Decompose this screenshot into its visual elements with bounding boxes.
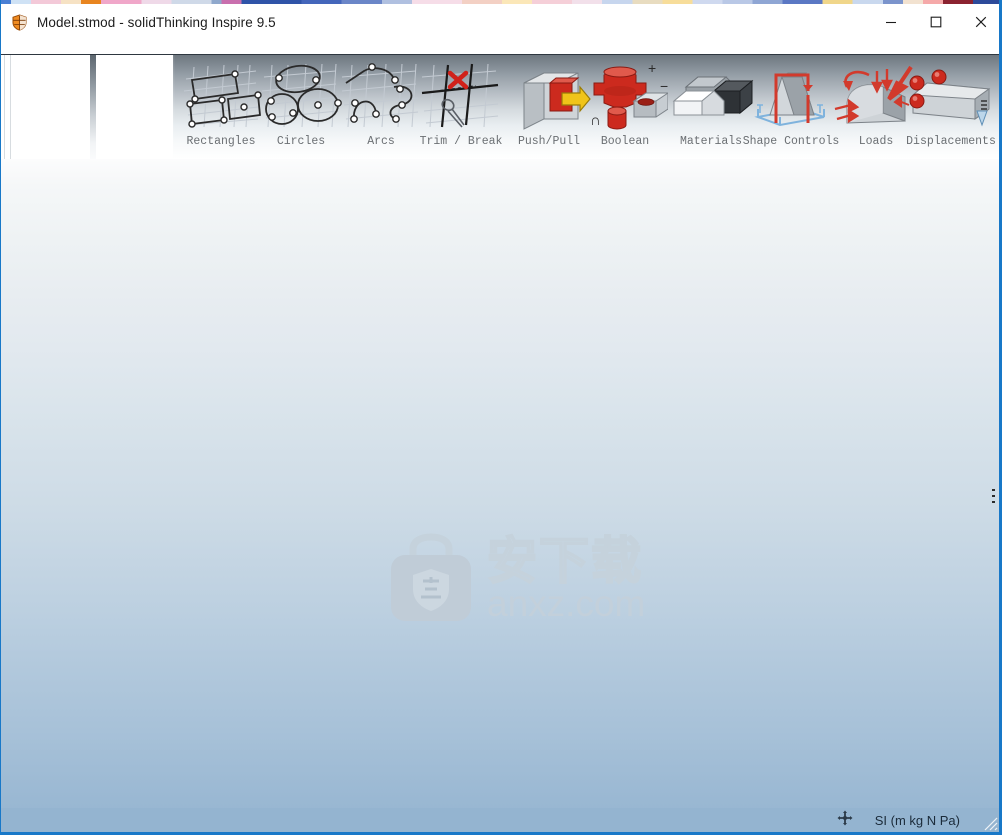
dock-divider-2 <box>10 55 11 159</box>
watermark-site-text: anxz.com <box>487 583 646 624</box>
watermark: 安下载 anxz.com <box>387 529 645 629</box>
ribbon-tool-push-pull[interactable]: Push/Pull <box>505 55 593 159</box>
model-viewport[interactable]: 安下载 anxz.com Z X Y <box>1 159 999 832</box>
units-label: SI (m kg N Pa) <box>874 812 960 828</box>
boolean-icon: + − ∩ <box>582 55 668 135</box>
status-bar: SI (m kg N Pa) <box>1 808 999 832</box>
ribbon-left-fade <box>161 55 175 159</box>
bag-shield-logo <box>391 533 471 621</box>
maximize-button[interactable] <box>913 4 958 40</box>
units-move-icon[interactable] <box>837 810 853 831</box>
ribbon-tool-label: Circles <box>276 135 326 148</box>
application-window: Model.stmod - solidThinking Inspire 9.5 <box>0 0 1002 835</box>
ribbon-tool-trim-break[interactable]: Trim / Break <box>413 55 509 159</box>
watermark-text-group: 安下载 anxz.com <box>486 532 646 624</box>
minimize-button[interactable] <box>868 4 913 40</box>
ribbon-tool-displacements[interactable]: Displacements <box>899 55 999 159</box>
ribbon-tool-arcs[interactable]: Arcs <box>337 55 425 159</box>
window-title: Model.stmod - solidThinking Inspire 9.5 <box>37 14 276 30</box>
ribbon-tool-label: Rectangles <box>186 135 256 148</box>
ribbon-tool-shape-controls[interactable]: Shape Controls <box>739 55 843 159</box>
ribbon-tool-label: Displacements <box>906 135 996 148</box>
window-controls <box>868 4 999 40</box>
ribbon-tool-label: Shape Controls <box>742 135 840 148</box>
displacements-icon <box>905 55 997 135</box>
viewport-edge-marks <box>992 489 995 507</box>
rectangles-icon <box>178 55 264 135</box>
ribbon-tool-label: Materials <box>679 135 743 148</box>
watermark-chinese-text: 安下载 <box>486 532 643 590</box>
ribbon-tool-label: Arcs <box>367 135 395 148</box>
ribbon-tool-label: Boolean <box>600 135 650 148</box>
title-bar: Model.stmod - solidThinking Inspire 9.5 <box>1 4 999 40</box>
push-pull-icon <box>506 55 592 135</box>
ribbon-tool-circles[interactable]: Circles <box>255 55 347 159</box>
arcs-icon <box>338 55 424 135</box>
shield-app-icon <box>11 13 28 31</box>
dock-divider-1 <box>4 55 5 159</box>
close-icon <box>975 16 986 28</box>
shape-controls-icon <box>748 55 834 135</box>
svg-text:+: + <box>648 61 656 76</box>
circles-icon <box>258 55 344 135</box>
trim-break-icon <box>418 55 504 135</box>
ribbon-tool-label: Trim / Break <box>419 135 503 148</box>
ribbon-toolbar: Rectangles Circles Arcs Trim / Break Pus… <box>1 55 999 159</box>
resize-grip-icon[interactable] <box>980 813 998 831</box>
ribbon-tool-label: Push/Pull <box>517 135 581 148</box>
ribbon-tool-boolean[interactable]: + − ∩ Boolean <box>581 55 669 159</box>
maximize-icon <box>930 16 941 28</box>
svg-text:∩: ∩ <box>590 112 601 129</box>
ribbon-tool-label: Loads <box>858 135 894 148</box>
minimize-icon <box>885 21 896 24</box>
close-button[interactable] <box>958 4 999 40</box>
